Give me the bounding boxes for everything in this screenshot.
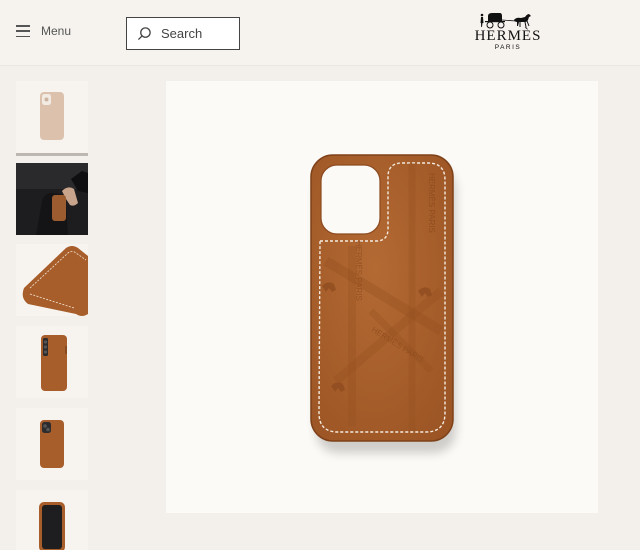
product-main-image: HERMÈS PARIS HERMÈS PARIS HERMÈS PARIS <box>166 81 598 513</box>
thumbnail-2[interactable] <box>16 163 88 235</box>
thumbnail-4[interactable] <box>16 326 88 398</box>
hand-with-case-image <box>16 163 88 235</box>
embossed-text-1: HERMÈS PARIS <box>427 173 436 233</box>
brand-subtitle: PARIS <box>494 44 522 51</box>
carriage-horse-icon <box>480 13 531 29</box>
search-icon <box>137 27 151 41</box>
leather-phone-case-image: HERMÈS PARIS HERMÈS PARIS HERMÈS PARIS <box>310 154 456 453</box>
search-label: Search <box>161 26 203 41</box>
case-front-image <box>16 490 88 550</box>
thumbnail-6[interactable] <box>16 490 88 550</box>
case-corner-image <box>16 244 88 316</box>
menu-button[interactable]: Menu <box>16 24 71 38</box>
thumbnail-5[interactable] <box>16 408 88 480</box>
beige-case-image <box>16 81 88 153</box>
case-back-image <box>16 408 88 480</box>
brand-logo[interactable]: HERMÈS PARIS <box>470 11 546 51</box>
embossed-text-2: HERMÈS PARIS <box>354 241 363 301</box>
thumbnail-1[interactable] <box>16 81 88 156</box>
case-side-image <box>16 326 88 398</box>
thumbnail-3[interactable] <box>16 244 88 316</box>
menu-label: Menu <box>41 24 72 38</box>
site-header: Menu Search HERMÈS PARIS <box>0 0 640 66</box>
search-box[interactable]: Search <box>126 17 240 50</box>
brand-name: HERMÈS <box>474 28 542 44</box>
hamburger-icon <box>16 25 30 37</box>
